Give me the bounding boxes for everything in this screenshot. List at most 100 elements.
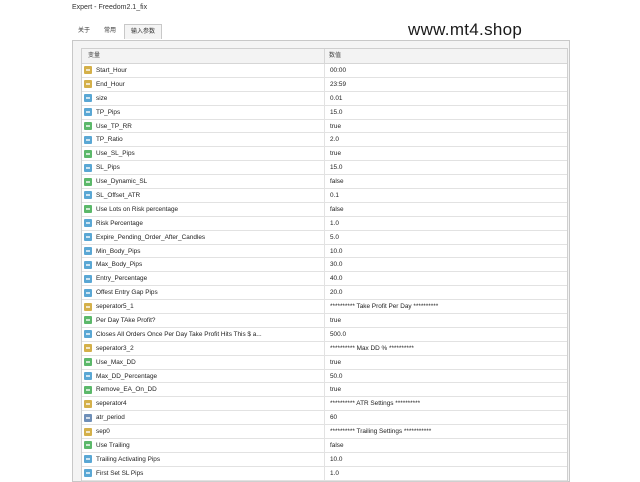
parameter-value[interactable]: true bbox=[325, 147, 567, 160]
bool-icon bbox=[84, 441, 92, 450]
parameter-value[interactable]: ********** Max DD % ********** bbox=[325, 342, 567, 355]
parameter-value[interactable]: 500.0 bbox=[325, 328, 567, 341]
parameter-value[interactable]: 20.0 bbox=[325, 286, 567, 299]
table-row[interactable]: Use Lots on Risk percentage false bbox=[82, 202, 567, 217]
parameter-name: sep0 bbox=[96, 428, 110, 436]
bool-icon bbox=[84, 385, 92, 394]
parameter-value[interactable]: false bbox=[325, 439, 567, 452]
table-row[interactable]: Expire_Pending_Order_After_Candles 5.0 bbox=[82, 230, 567, 245]
table-row[interactable]: SL_Pips 15.0 bbox=[82, 161, 567, 176]
parameter-name-cell: Max_DD_Percentage bbox=[82, 369, 325, 383]
table-row[interactable]: Entry_Percentage 40.0 bbox=[82, 272, 567, 287]
parameter-value[interactable]: 60 bbox=[325, 411, 567, 424]
parameter-value[interactable]: 30.0 bbox=[325, 258, 567, 271]
table-row[interactable]: seperator4 ********** ATR Settings ******… bbox=[82, 397, 567, 412]
parameter-name: Per Day TAke Profit? bbox=[96, 316, 156, 324]
table-row[interactable]: Use Trailing false bbox=[82, 439, 567, 453]
table-row[interactable]: sep0 ********** Trailing Settings *******… bbox=[82, 425, 567, 440]
table-row[interactable]: Trailing Activating Pips 10.0 bbox=[82, 452, 567, 467]
parameter-value[interactable]: 15.0 bbox=[325, 161, 567, 174]
parameter-value[interactable]: true bbox=[325, 356, 567, 369]
parameter-value[interactable]: 2.0 bbox=[325, 133, 567, 146]
ab-string-icon bbox=[84, 302, 92, 311]
parameter-value[interactable]: 1.0 bbox=[325, 467, 567, 480]
parameter-value[interactable]: true bbox=[325, 120, 567, 133]
window-titlebar: Expert - Freedom2.1_fix bbox=[0, 0, 640, 18]
table-row[interactable]: SL_Offset_ATR 0.1 bbox=[82, 189, 567, 203]
table-row[interactable]: TP_Ratio 2.0 bbox=[82, 133, 567, 148]
table-row[interactable]: seperator3_2 ********** Max DD % ********… bbox=[82, 341, 567, 356]
parameter-name: seperator4 bbox=[96, 400, 127, 408]
parameter-value[interactable]: 23:59 bbox=[325, 78, 567, 91]
column-header-variable[interactable]: 变量 bbox=[82, 49, 325, 63]
table-row[interactable]: size 0.01 bbox=[82, 91, 567, 106]
parameter-name: Closes All Orders Once Per Day Take Prof… bbox=[96, 330, 262, 338]
table-row[interactable]: Start_Hour 00:00 bbox=[82, 64, 567, 78]
parameter-name: SL_Offset_ATR bbox=[96, 191, 141, 199]
table-row[interactable]: Use_TP_RR true bbox=[82, 119, 567, 134]
number-icon bbox=[84, 372, 92, 381]
table-row[interactable]: seperator5_1 ********** Take Profit Per D… bbox=[82, 300, 567, 315]
parameter-value[interactable]: false bbox=[325, 203, 567, 216]
parameter-name-cell: TP_Ratio bbox=[82, 133, 325, 147]
parameter-value[interactable]: 5.0 bbox=[325, 231, 567, 244]
parameter-value[interactable]: 1.0 bbox=[325, 217, 567, 230]
parameter-name-cell: seperator5_1 bbox=[82, 300, 325, 314]
parameter-name: Expire_Pending_Order_After_Candles bbox=[96, 233, 206, 241]
parameter-name-cell: Min_Body_Pips bbox=[82, 244, 325, 258]
number-icon bbox=[84, 233, 92, 242]
parameter-value[interactable]: ********** ATR Settings ********** bbox=[325, 397, 567, 410]
parameter-name: size bbox=[96, 94, 108, 102]
parameter-value[interactable]: 50.0 bbox=[325, 370, 567, 383]
table-row[interactable]: Use_Dynamic_SL false bbox=[82, 175, 567, 190]
number-icon bbox=[84, 260, 92, 269]
parameter-value[interactable]: 0.01 bbox=[325, 92, 567, 105]
parameter-value[interactable]: 10.0 bbox=[325, 453, 567, 466]
parameter-name: Use_TP_RR bbox=[96, 122, 132, 130]
column-header-value[interactable]: 数值 bbox=[325, 49, 567, 63]
parameter-name-cell: atr_period bbox=[82, 411, 325, 425]
parameter-value[interactable]: ********** Take Profit Per Day *********… bbox=[325, 300, 567, 313]
parameter-value[interactable]: 10.0 bbox=[325, 245, 567, 258]
parameter-name-cell: Closes All Orders Once Per Day Take Prof… bbox=[82, 327, 325, 341]
table-row[interactable]: End_Hour 23:59 bbox=[82, 77, 567, 92]
input-parameters-table: 变量 数值 Start_Hour 00:00 End_Hour 23:59 size 0.… bbox=[81, 48, 568, 482]
parameter-value[interactable]: 00:00 bbox=[325, 64, 567, 77]
parameter-value[interactable]: true bbox=[325, 383, 567, 396]
parameter-name-cell: SL_Offset_ATR bbox=[82, 189, 325, 202]
number-icon bbox=[84, 135, 92, 144]
table-row[interactable]: Use_Max_DD true bbox=[82, 355, 567, 370]
parameter-name: End_Hour bbox=[96, 80, 125, 88]
parameter-name: Max_Body_Pips bbox=[96, 261, 143, 269]
parameter-name: Max_DD_Percentage bbox=[96, 372, 158, 380]
table-row[interactable]: TP_Pips 15.0 bbox=[82, 105, 567, 120]
table-row[interactable]: Max_Body_Pips 30.0 bbox=[82, 258, 567, 273]
parameter-name: Min_Body_Pips bbox=[96, 247, 141, 255]
table-row[interactable]: First Set SL Pips 1.0 bbox=[82, 466, 567, 481]
bool-icon bbox=[84, 358, 92, 367]
number-icon bbox=[84, 469, 92, 478]
table-row[interactable]: Closes All Orders Once Per Day Take Prof… bbox=[82, 327, 567, 342]
parameter-value[interactable]: true bbox=[325, 314, 567, 327]
tab-1[interactable]: 常用 bbox=[98, 24, 122, 38]
parameter-value[interactable]: 40.0 bbox=[325, 272, 567, 285]
text-int-icon bbox=[84, 413, 92, 422]
table-row[interactable]: Risk Percentage 1.0 bbox=[82, 216, 567, 231]
parameter-name: Trailing Activating Pips bbox=[96, 455, 161, 463]
table-row[interactable]: Per Day TAke Profit? true bbox=[82, 314, 567, 328]
tab-0[interactable]: 关于 bbox=[72, 24, 96, 38]
parameter-value[interactable]: ********** Trailing Settings *********** bbox=[325, 425, 567, 438]
table-row[interactable]: Offest Entry Gap Pips 20.0 bbox=[82, 286, 567, 301]
table-row[interactable]: Max_DD_Percentage 50.0 bbox=[82, 369, 567, 384]
parameter-value[interactable]: false bbox=[325, 175, 567, 188]
parameter-name-cell: TP_Pips bbox=[82, 105, 325, 119]
table-row[interactable]: atr_period 60 bbox=[82, 411, 567, 426]
number-icon bbox=[84, 163, 92, 172]
table-row[interactable]: Remove_EA_On_DD true bbox=[82, 383, 567, 398]
table-row[interactable]: Use_SL_Pips true bbox=[82, 147, 567, 162]
parameter-value[interactable]: 15.0 bbox=[325, 106, 567, 119]
parameter-name: Risk Percentage bbox=[96, 219, 143, 227]
tab-2[interactable]: 输入参数 bbox=[124, 24, 163, 39]
parameter-value[interactable]: 0.1 bbox=[325, 189, 567, 202]
table-row[interactable]: Min_Body_Pips 10.0 bbox=[82, 244, 567, 259]
